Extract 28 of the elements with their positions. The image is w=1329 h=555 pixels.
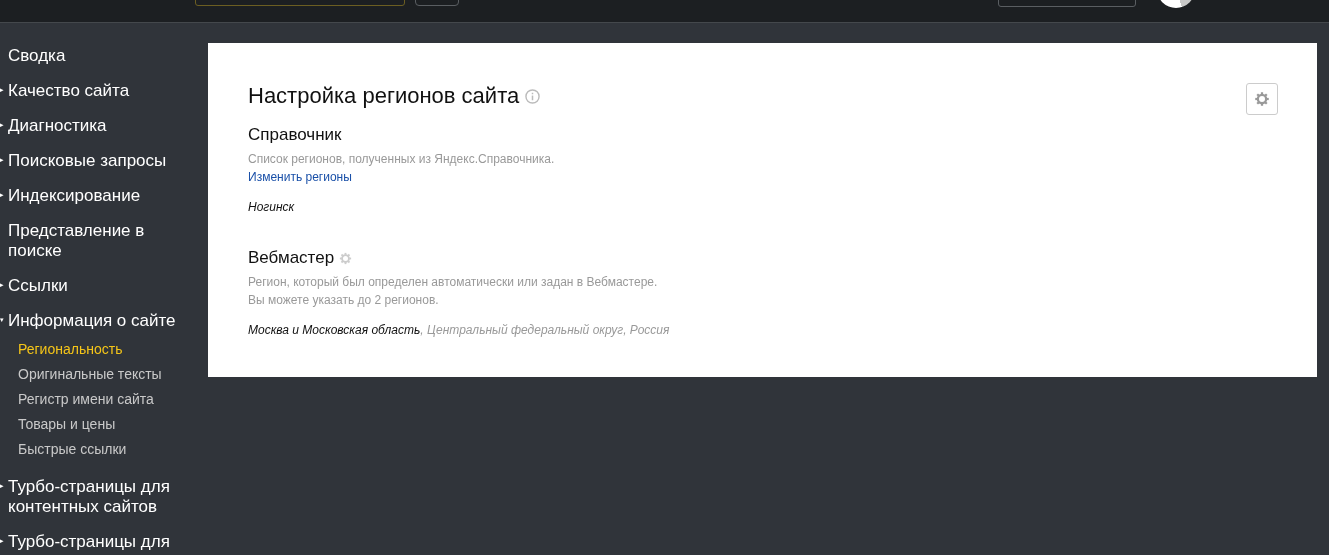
sidebar-item[interactable]: Сводка — [8, 46, 193, 66]
sidebar-item[interactable]: Качество сайта — [8, 81, 193, 101]
sidebar-subitem[interactable]: Регистр имени сайта — [0, 387, 154, 412]
change-regions-link[interactable]: Изменить регионы — [248, 170, 352, 184]
description-text: Список регионов, полученных из Яндекс.Справочника. — [248, 151, 556, 168]
sidebar-item[interactable]: Поисковые запросы — [8, 151, 193, 171]
sidebar-item[interactable]: Ссылки — [8, 276, 193, 296]
sidebar-item[interactable]: Турбо-страницы для — [8, 532, 193, 552]
section-heading: Вебмастер — [248, 248, 335, 268]
region-text: Ногинск — [248, 200, 296, 214]
settings-icon — [1253, 90, 1271, 108]
info-icon — [525, 88, 541, 104]
sidebar-subitem[interactable]: Оригинальные тексты — [0, 362, 162, 387]
sidebar-item[interactable]: Индексирование — [8, 186, 193, 206]
sidebar-subitem[interactable]: Региональность — [0, 337, 123, 362]
description-text: Регион, который был определен автоматически или задан в Вебмастере. — [248, 274, 659, 291]
sidebar-subitem[interactable]: Товары и цены — [0, 412, 116, 437]
settings-icon — [338, 250, 354, 266]
sidebar-subitem[interactable]: Быстрые ссылки — [0, 437, 127, 462]
sidebar-item[interactable]: Диагностика — [8, 116, 193, 136]
section-heading: Справочник — [248, 125, 342, 145]
sidebar-item[interactable]: Турбо-страницы для контентных сайтов — [8, 477, 193, 517]
region-text: Москва и Московская область, Центральный федеральный округ, Россия — [248, 323, 671, 337]
description-text: Вы можете указать до 2 регионов. — [248, 292, 440, 309]
settings-button[interactable] — [1246, 83, 1278, 115]
sidebar-item[interactable]: Представление в поиске — [8, 221, 158, 261]
page-title: Настройка регионов сайта — [248, 83, 520, 109]
sidebar-item[interactable]: Информация о сайте — [8, 311, 193, 331]
